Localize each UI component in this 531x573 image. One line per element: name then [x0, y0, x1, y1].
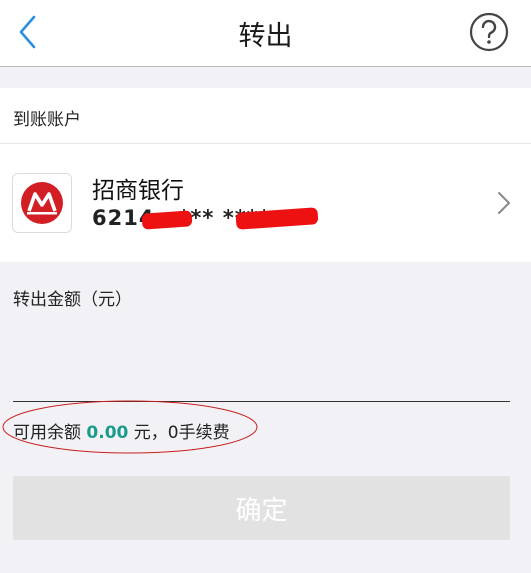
- destination-account-row[interactable]: 招商银行 6214 *** ****: [0, 144, 531, 262]
- china-merchants-bank-logo: [21, 182, 63, 224]
- help-button[interactable]: [468, 11, 510, 53]
- section-label: 到账账户: [13, 110, 81, 130]
- confirm-button[interactable]: 确定: [13, 476, 510, 540]
- amount-input[interactable]: [13, 330, 510, 402]
- bank-logo: [12, 173, 72, 233]
- annotation-ellipse: [2, 400, 258, 454]
- amount-label: 转出金额（元）: [13, 290, 132, 310]
- top-navbar: 转出: [0, 0, 531, 67]
- question-circle-icon: [469, 12, 509, 52]
- bank-name: 招商银行: [92, 178, 184, 204]
- destination-section-header: 到账账户: [0, 88, 531, 144]
- page-title: 转出: [238, 21, 293, 52]
- chevron-right-icon: [498, 192, 510, 214]
